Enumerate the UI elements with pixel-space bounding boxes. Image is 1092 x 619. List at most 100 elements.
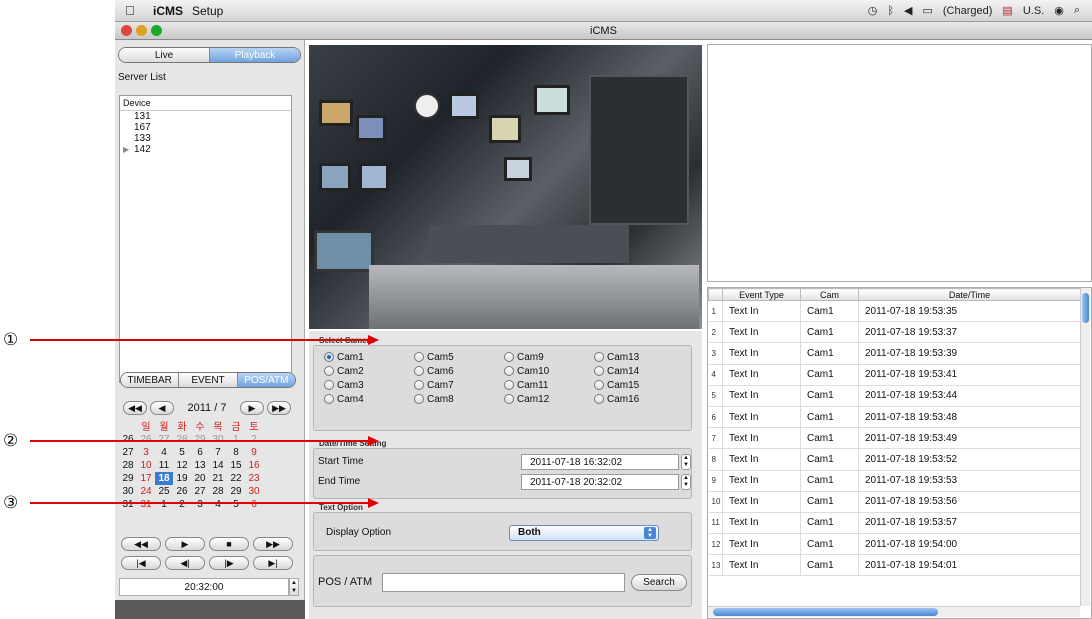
calendar-day[interactable]: 7 — [209, 446, 227, 459]
calendar-day[interactable]: 29 — [227, 485, 245, 498]
camera-radio-cam15[interactable]: Cam15 — [594, 380, 684, 391]
radio-icon[interactable] — [324, 380, 334, 391]
camera-radio-cam16[interactable]: Cam16 — [594, 394, 684, 405]
locale-label[interactable]: U.S. — [1023, 5, 1044, 17]
menu-setup[interactable]: Setup — [192, 4, 223, 18]
calendar-day[interactable]: 9 — [245, 446, 263, 459]
table-row[interactable]: 13 Text In Cam1 2011-07-18 19:54:01 — [708, 554, 1081, 577]
volume-icon[interactable]: ◀ — [904, 4, 912, 17]
end-time-stepper[interactable]: ▲ ▼ — [681, 474, 691, 490]
tree-item-expandable[interactable]: ▶ 142 — [123, 144, 291, 155]
tab-event[interactable]: EVENT — [179, 373, 238, 387]
scroll-thumb[interactable] — [1082, 293, 1089, 323]
camera-radio-cam3[interactable]: Cam3 — [324, 380, 414, 391]
camera-radio-cam12[interactable]: Cam12 — [504, 394, 594, 405]
radio-icon[interactable] — [504, 394, 514, 405]
table-row[interactable]: 6 Text In Cam1 2011-07-18 19:53:48 — [708, 406, 1081, 429]
camera-radio-cam7[interactable]: Cam7 — [414, 380, 504, 391]
table-row[interactable]: 11 Text In Cam1 2011-07-18 19:53:57 — [708, 512, 1081, 535]
camera-radio-cam5[interactable]: Cam5 — [414, 352, 504, 363]
calendar-day[interactable]: 5 — [173, 446, 191, 459]
calendar-day[interactable]: 13 — [191, 459, 209, 472]
calendar-day[interactable]: 17 — [137, 472, 155, 485]
camera-radio-cam13[interactable]: Cam13 — [594, 352, 684, 363]
calendar-day[interactable]: 12 — [173, 459, 191, 472]
calendar-day[interactable]: 23 — [245, 472, 263, 485]
calendar-day[interactable]: 10 — [137, 459, 155, 472]
calendar-day[interactable]: 1 — [155, 498, 173, 511]
table-row[interactable]: 5 Text In Cam1 2011-07-18 19:53:44 — [708, 385, 1081, 407]
tab-timebar[interactable]: TIMEBAR — [121, 373, 180, 387]
radio-icon[interactable] — [594, 394, 604, 405]
calendar-day[interactable]: 11 — [155, 459, 173, 472]
tab-playback[interactable]: Playback — [210, 48, 300, 62]
calendar-day[interactable]: 18 — [155, 472, 173, 485]
prev-year-button[interactable]: ◀◀ — [123, 401, 147, 415]
calendar-day[interactable]: 19 — [173, 472, 191, 485]
next-month-button[interactable]: ▶ — [240, 401, 264, 415]
clock-icon[interactable]: ◉ — [1054, 4, 1064, 17]
step-back-button[interactable]: ◀| — [165, 556, 205, 570]
disclosure-triangle-icon[interactable]: ▶ — [123, 144, 129, 155]
table-row[interactable]: 3 Text In Cam1 2011-07-18 19:53:39 — [708, 342, 1081, 365]
camera-radio-cam6[interactable]: Cam6 — [414, 366, 504, 377]
fast-forward-button[interactable]: ▶▶ — [253, 537, 293, 551]
search-button[interactable]: Search — [631, 574, 687, 591]
radio-icon[interactable] — [324, 352, 334, 363]
calendar-day[interactable]: 28 — [209, 485, 227, 498]
camera-radio-cam14[interactable]: Cam14 — [594, 366, 684, 377]
table-row[interactable]: 1 Text In Cam1 2011-07-18 19:53:35 — [708, 300, 1081, 323]
calendar-day[interactable]: 4 — [155, 446, 173, 459]
tab-pos-atm[interactable]: POS/ATM — [237, 373, 295, 387]
calendar-day[interactable]: 2 — [173, 498, 191, 511]
pos-atm-input[interactable] — [382, 573, 625, 592]
table-row[interactable]: 9 Text In Cam1 2011-07-18 19:53:53 — [708, 470, 1081, 492]
tree-item[interactable]: 133 — [134, 133, 291, 144]
radio-icon[interactable] — [504, 352, 514, 363]
radio-icon[interactable] — [504, 366, 514, 377]
calendar-day[interactable]: 22 — [227, 472, 245, 485]
next-year-button[interactable]: ▶▶ — [267, 401, 291, 415]
bluetooth-icon[interactable]: ᛒ — [887, 5, 894, 17]
preview-pane[interactable] — [707, 44, 1092, 282]
vertical-scrollbar[interactable] — [1080, 288, 1090, 606]
radio-icon[interactable] — [594, 366, 604, 377]
column-event-type[interactable]: Event Type — [722, 288, 801, 301]
calendar-day[interactable]: 5 — [227, 498, 245, 511]
go-to-end-button[interactable]: ▶| — [253, 556, 293, 570]
calendar-day[interactable]: 3 — [137, 446, 155, 459]
time-field[interactable]: 20:32:00 — [119, 578, 289, 596]
start-time-stepper[interactable]: ▲ ▼ — [681, 454, 691, 470]
calendar-day[interactable]: 24 — [137, 485, 155, 498]
play-button[interactable]: ▶ — [165, 537, 205, 551]
calendar-day[interactable]: 31 — [137, 498, 155, 511]
calendar-day[interactable]: 4 — [209, 498, 227, 511]
radio-icon[interactable] — [414, 352, 424, 363]
calendar-day[interactable]: 15 — [227, 459, 245, 472]
horizontal-scrollbar[interactable] — [708, 606, 1080, 617]
tab-live[interactable]: Live — [119, 48, 210, 62]
table-row[interactable]: 12 Text In Cam1 2011-07-18 19:54:00 — [708, 533, 1081, 556]
flag-icon[interactable]: ▤ — [1002, 4, 1012, 17]
camera-radio-cam10[interactable]: Cam10 — [504, 366, 594, 377]
fast-rewind-button[interactable]: ◀◀ — [121, 537, 161, 551]
calendar-day[interactable]: 6 — [245, 498, 263, 511]
radio-icon[interactable] — [594, 380, 604, 391]
go-to-start-button[interactable]: |◀ — [121, 556, 161, 570]
video-view[interactable] — [309, 45, 702, 329]
camera-radio-cam1[interactable]: Cam1 — [324, 352, 414, 363]
end-time-field[interactable]: 2011-07-18 20:32:02 — [521, 474, 679, 490]
radio-icon[interactable] — [414, 366, 424, 377]
camera-radio-cam4[interactable]: Cam4 — [324, 394, 414, 405]
calendar-day[interactable]: 27 — [191, 485, 209, 498]
prev-month-button[interactable]: ◀ — [150, 401, 174, 415]
table-row[interactable]: 7 Text In Cam1 2011-07-18 19:53:49 — [708, 427, 1081, 450]
column-datetime[interactable]: Date/Time — [858, 288, 1081, 301]
tree-item[interactable]: 167 — [134, 122, 291, 133]
calendar-day[interactable]: 6 — [191, 446, 209, 459]
stop-button[interactable]: ■ — [209, 537, 249, 551]
table-row[interactable]: 10 Text In Cam1 2011-07-18 19:53:56 — [708, 491, 1081, 513]
camera-radio-cam11[interactable]: Cam11 — [504, 380, 594, 391]
menu-app-name[interactable]: iCMS — [153, 4, 183, 18]
camera-radio-cam2[interactable]: Cam2 — [324, 366, 414, 377]
